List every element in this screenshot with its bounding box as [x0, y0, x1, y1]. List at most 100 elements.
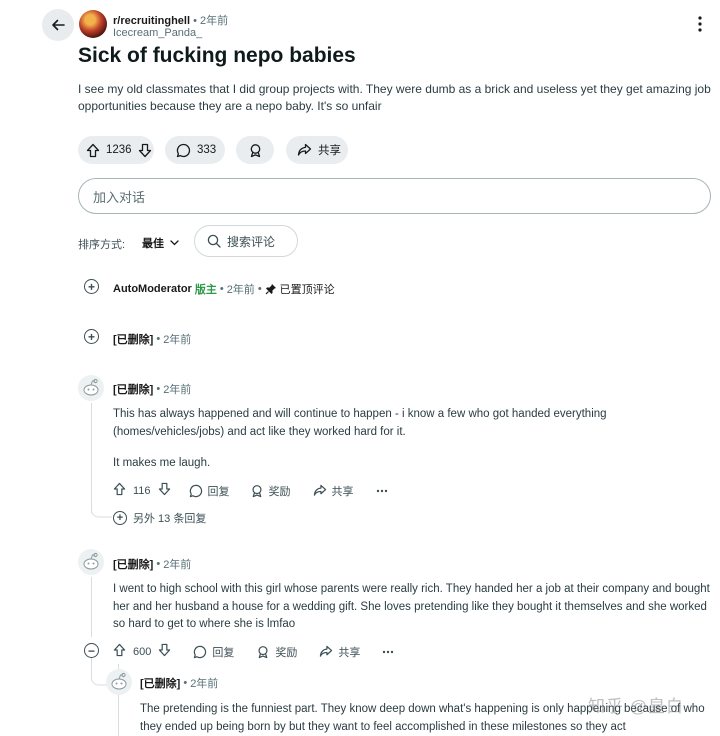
more-icon [383, 650, 394, 653]
upvote-icon [113, 482, 126, 496]
downvote-icon [159, 643, 171, 657]
comment-text: This has always happened and will contin… [113, 408, 607, 438]
comment-time: 2年前 [226, 284, 255, 296]
avatar [78, 549, 104, 575]
search-comments-button[interactable]: 搜索评论 [194, 225, 298, 257]
comment-meta: [已删除] • 2年前 [140, 677, 219, 690]
share-icon [313, 484, 326, 496]
avatar [106, 669, 132, 695]
post-comments-button[interactable]: 333 [165, 136, 225, 164]
moderator-badge: 版主 [194, 284, 217, 296]
share-button[interactable]: 共享 [319, 644, 360, 660]
downvote-button[interactable] [158, 482, 171, 499]
comment-author[interactable]: AutoModerator [113, 283, 192, 295]
thread-line[interactable] [91, 403, 92, 513]
collapse-icon: − [87, 643, 95, 658]
pin-icon [265, 284, 276, 295]
post-comment-count: 333 [197, 144, 217, 156]
comment-text: I went to high school with this girl who… [113, 583, 710, 630]
post-award-button[interactable] [236, 136, 274, 164]
subreddit-name[interactable]: r/recruitinghell [113, 15, 190, 27]
upvote-button[interactable] [113, 643, 126, 660]
award-icon [250, 143, 260, 157]
award-icon [258, 645, 268, 658]
post-share-label: 共享 [318, 145, 341, 157]
subreddit-line: r/recruitinghell • 2年前 [113, 15, 229, 27]
thread-branch [91, 505, 112, 518]
comment-actions: 600 回复 奖励 共享 [113, 643, 394, 660]
share-button[interactable]: 共享 [313, 483, 354, 499]
comment-author: [已删除] [140, 678, 181, 690]
expand-icon: + [113, 511, 127, 525]
share-label: 共享 [338, 646, 361, 659]
expand-comment-button[interactable]: + [84, 329, 99, 344]
back-arrow-icon [52, 19, 65, 31]
award-icon [252, 484, 262, 497]
search-icon [207, 234, 221, 248]
vote-count: 116 [133, 484, 151, 497]
comment-author: [已删除] [113, 334, 154, 346]
post-body: I see my old classmates that I did group… [78, 82, 711, 113]
comment-meta: [已删除] • 2年前 [113, 333, 192, 346]
post-share-button[interactable]: 共享 [286, 136, 348, 164]
subreddit-avatar[interactable] [79, 10, 107, 38]
expand-icon: + [87, 329, 95, 344]
comment-icon [189, 484, 202, 497]
award-button[interactable]: 奖励 [250, 483, 291, 499]
share-icon [297, 143, 312, 156]
thread-line[interactable] [91, 577, 92, 637]
upvote-button[interactable] [113, 482, 126, 499]
vote-group: 600 [113, 643, 171, 660]
post-vote-count: 1236 [106, 144, 132, 156]
sort-value: 最佳 [142, 238, 164, 250]
downvote-button[interactable] [138, 143, 152, 158]
downvote-icon [138, 143, 151, 157]
sort-label: 排序方式: [78, 239, 126, 251]
comment-time: 2年前 [190, 678, 219, 690]
comment-text: It makes me laugh. [113, 457, 211, 469]
reply-label: 回复 [207, 485, 230, 498]
more-replies-label: 另外 13 条回复 [133, 513, 207, 525]
avatar [78, 375, 104, 401]
comment-time: 2年前 [163, 334, 192, 346]
comment-actions: 116 回复 奖励 共享 [113, 482, 388, 499]
comment-meta: [已删除] • 2年前 [113, 558, 192, 571]
sort-dropdown[interactable]: 最佳 [142, 235, 179, 251]
upvote-icon [86, 143, 100, 157]
reply-button[interactable]: 回复 [189, 483, 230, 499]
reply-button[interactable]: 回复 [193, 644, 234, 660]
post-title: Sick of fucking nepo babies [78, 44, 356, 67]
comment-meta: AutoModerator 版主 • 2年前 • 已置顶评论 [113, 283, 335, 296]
upvote-button[interactable] [86, 143, 100, 158]
snoo-avatar-icon [83, 552, 99, 570]
comment-input[interactable]: 加入对话 [78, 178, 711, 214]
reply-label: 回复 [212, 646, 235, 659]
comment-author: [已删除] [113, 384, 154, 396]
downvote-button[interactable] [158, 643, 171, 660]
comment-icon [194, 645, 207, 658]
downvote-icon [158, 482, 170, 496]
post-author[interactable]: Icecream_Panda_ [113, 27, 202, 39]
comment-time: 2年前 [163, 559, 192, 571]
search-comments-label: 搜索评论 [227, 234, 276, 249]
expand-comment-button[interactable]: + [84, 279, 99, 294]
snoo-avatar-icon [83, 378, 99, 396]
vote-count: 600 [133, 645, 152, 658]
vote-group: 116 [113, 482, 171, 499]
pinned-label: 已置顶评论 [279, 284, 335, 296]
collapse-comment-button[interactable]: − [84, 643, 99, 658]
award-button[interactable]: 奖励 [256, 644, 297, 660]
more-options-button[interactable] [382, 650, 394, 654]
post-time: 2年前 [200, 15, 229, 27]
post-menu-button[interactable] [690, 14, 710, 34]
share-icon [320, 645, 333, 657]
more-replies-button[interactable]: + 另外 13 条回复 [113, 510, 206, 526]
comment-author: [已删除] [113, 559, 154, 571]
award-label: 奖励 [268, 485, 291, 498]
snoo-avatar-icon [111, 672, 127, 690]
upvote-icon [113, 643, 126, 657]
comment-time: 2年前 [163, 384, 192, 396]
back-button[interactable] [42, 9, 74, 41]
post-vote-pill: 1236 [78, 136, 154, 164]
more-options-button[interactable] [376, 489, 388, 493]
